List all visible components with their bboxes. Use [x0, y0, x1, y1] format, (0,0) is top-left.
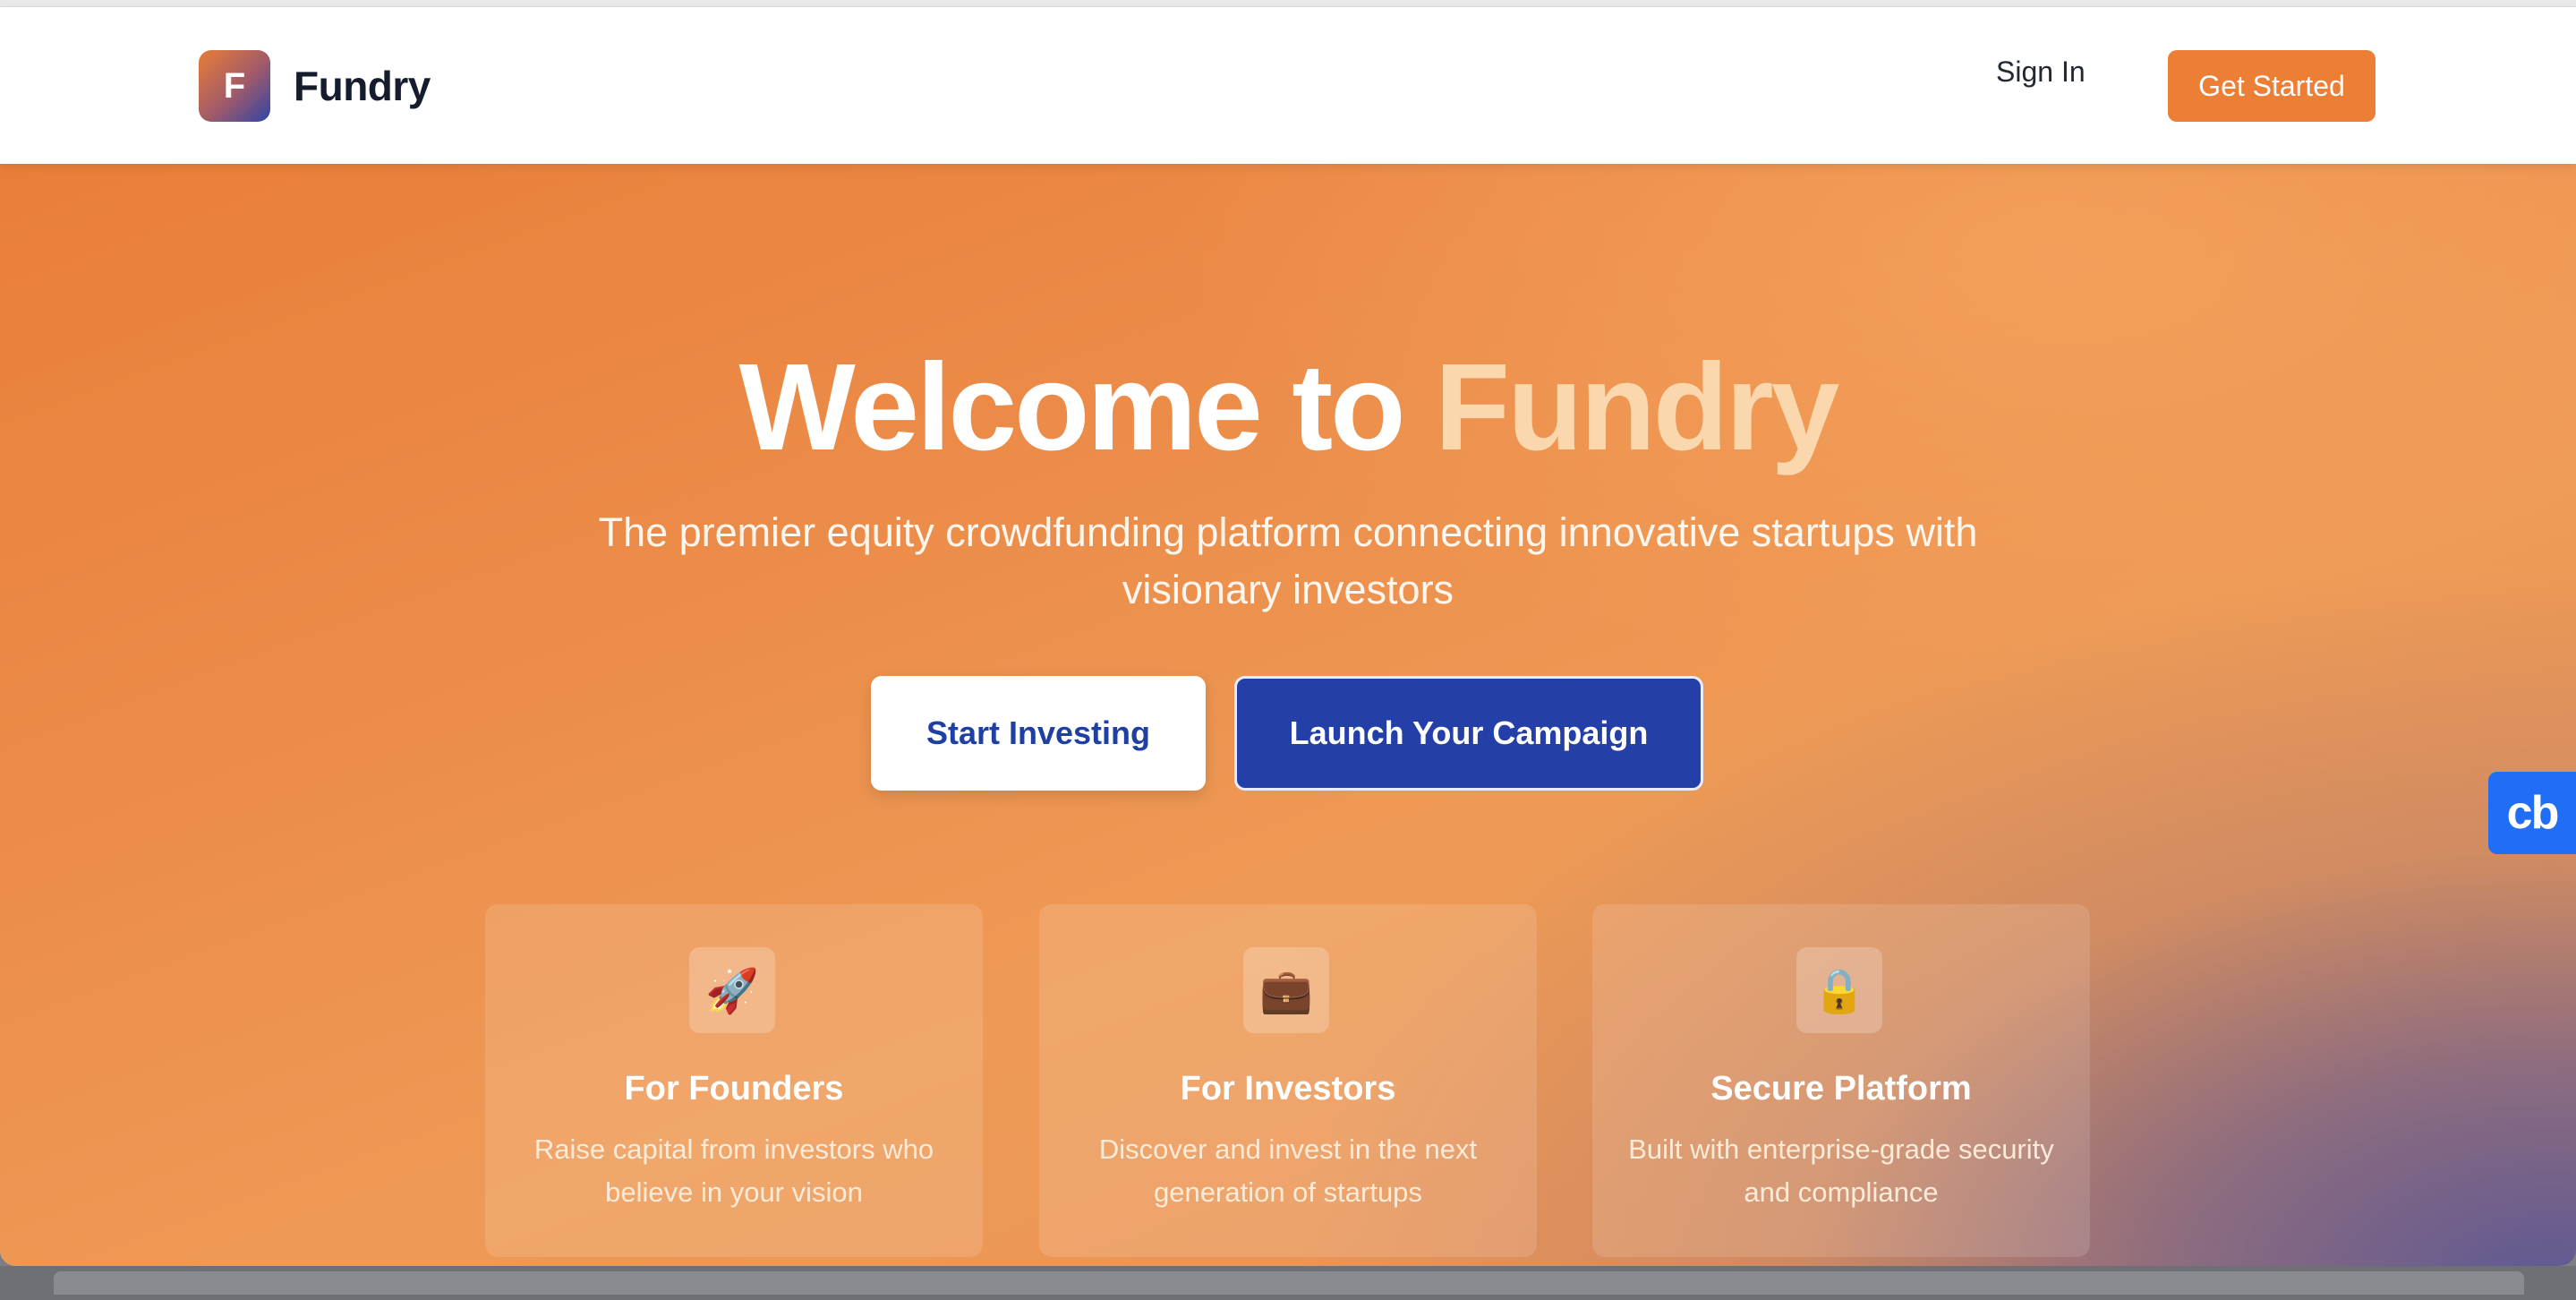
feature-title: For Founders [624, 1070, 844, 1108]
feature-card-founders: 🚀 For Founders Raise capital from invest… [485, 904, 983, 1257]
feature-title: For Investors [1180, 1070, 1396, 1108]
feature-description: Raise capital from investors who believe… [533, 1133, 934, 1208]
hero-subtitle: The premier equity crowdfunding platform… [598, 509, 1978, 612]
browser-window: F Fundry Sign In Get Started Welcome to … [0, 0, 2576, 1266]
hero-title: Welcome to Fundry [0, 337, 2576, 479]
get-started-button[interactable]: Get Started [2168, 50, 2376, 122]
briefcase-icon: 💼 [1243, 947, 1329, 1033]
feature-description: Built with enterprise-grade security and… [1628, 1133, 2054, 1208]
background-windows-strip [0, 1266, 2576, 1300]
feature-title: Secure Platform [1710, 1070, 1972, 1108]
logo-icon: F [199, 50, 270, 122]
hero-title-accent: Fundry [1434, 338, 1840, 476]
brand-logo-link[interactable]: F Fundry [199, 50, 431, 122]
hero-section: Welcome to Fundry The premier equity cro… [0, 164, 2576, 1266]
rocket-icon: 🚀 [689, 947, 775, 1033]
lock-icon: 🔒 [1796, 947, 1882, 1033]
background-window [54, 1271, 2524, 1295]
hero-title-prefix: Welcome to [738, 338, 1435, 476]
launch-campaign-button[interactable]: Launch Your Campaign [1234, 676, 1703, 791]
browser-top-edge [0, 0, 2576, 7]
feature-card-secure: 🔒 Secure Platform Built with enterprise-… [1592, 904, 2090, 1257]
brand-name: Fundry [294, 63, 431, 109]
floating-cb-badge[interactable]: cb [2488, 772, 2576, 854]
feature-card-investors: 💼 For Investors Discover and invest in t… [1039, 904, 1537, 1257]
start-investing-button[interactable]: Start Investing [871, 676, 1206, 791]
feature-description: Discover and invest in the next generati… [1098, 1133, 1478, 1208]
sign-in-button[interactable]: Sign In [1996, 56, 2086, 89]
navbar: F Fundry Sign In Get Started [0, 7, 2576, 164]
